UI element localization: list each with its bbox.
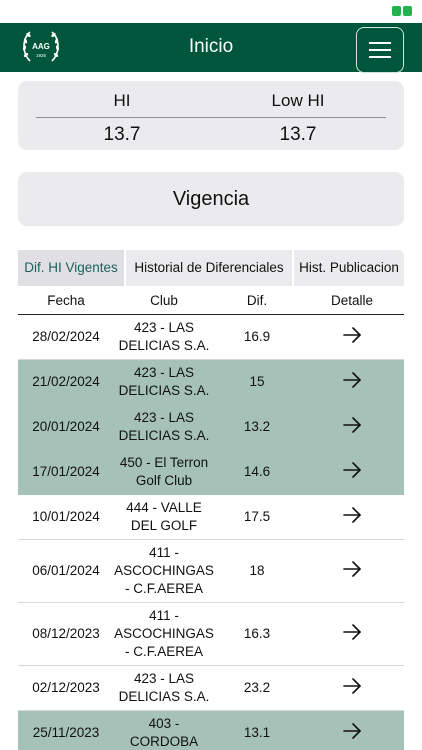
row-detail-button[interactable] [300, 405, 404, 449]
row-date: 25/11/2023 [32, 725, 100, 740]
row-club: 411 - ASCOCHINGAS - C.F.AEREA [114, 608, 214, 659]
tab-historial-diferenciales[interactable]: Historial de Diferenciales [126, 250, 292, 286]
row-club: 411 - ASCOCHINGAS - C.F.AEREA [114, 545, 214, 596]
low-hi-label: Low HI [271, 91, 325, 110]
row-club: 423 - LAS DELICIAS S.A. [118, 365, 210, 398]
arrow-right-icon [342, 461, 362, 483]
low-hi-value: 13.7 [279, 124, 317, 145]
status-bar [0, 0, 422, 23]
battery-icon [392, 6, 412, 16]
table-body: 28/02/2024 423 - LAS DELICIAS S.A. 16.9 21/… [18, 315, 404, 750]
table-row: 28/02/2024 423 - LAS DELICIAS S.A. 16.9 [18, 315, 404, 360]
column-header-fecha: Fecha [47, 293, 85, 308]
row-detail-button[interactable] [300, 711, 404, 750]
arrow-right-icon [342, 560, 362, 582]
tab-dif-hi-vigentes[interactable]: Dif. HI Vigentes [18, 250, 124, 286]
row-dif: 13.2 [243, 419, 271, 434]
row-dif: 23.2 [243, 680, 271, 695]
table-row: 21/02/2024 423 - LAS DELICIAS S.A. 15 [18, 360, 404, 405]
hi-value: 13.7 [103, 124, 141, 145]
arrow-right-icon [342, 506, 362, 528]
hi-label: HI [113, 91, 131, 110]
row-club: 444 - VALLE DEL GOLF [126, 500, 202, 533]
differentials-table: Fecha Club Dif. Detalle 28/02/2024 423 - … [18, 287, 404, 750]
table-header: Fecha Club Dif. Detalle [18, 287, 404, 315]
row-date: 20/01/2024 [32, 419, 100, 434]
table-row: 10/01/2024 444 - VALLE DEL GOLF 17.5 [18, 495, 404, 540]
arrow-right-icon [342, 371, 362, 393]
arrow-right-icon [342, 722, 362, 744]
row-dif: 13.1 [243, 725, 271, 740]
row-date: 02/12/2023 [32, 680, 100, 695]
row-club: 423 - LAS DELICIAS S.A. [118, 671, 210, 704]
arrow-right-icon [342, 623, 362, 645]
row-detail-button[interactable] [300, 666, 404, 710]
row-detail-button[interactable] [300, 495, 404, 539]
row-detail-button[interactable] [300, 360, 404, 404]
arrow-right-icon [342, 326, 362, 348]
app-bar: AAG 1926 Inicio [0, 23, 422, 73]
menu-button[interactable] [356, 27, 404, 73]
row-date: 28/02/2024 [32, 329, 100, 344]
table-row: 06/01/2024 411 - ASCOCHINGAS - C.F.AEREA 1… [18, 540, 404, 603]
row-club: 423 - LAS DELICIAS S.A. [118, 410, 210, 443]
hamburger-icon [369, 42, 391, 44]
tab-bar: Dif. HI Vigentes Historial de Diferencia… [18, 250, 404, 286]
vigencia-label: Vigencia [172, 188, 250, 210]
row-detail-button[interactable] [300, 540, 404, 602]
row-dif: 15 [249, 374, 265, 389]
divider [36, 117, 386, 118]
vigencia-card: Vigencia [18, 172, 404, 226]
row-detail-button[interactable] [300, 450, 404, 494]
row-date: 06/01/2024 [32, 563, 100, 578]
row-dif: 14.6 [243, 464, 271, 479]
tab-hist-publicacion[interactable]: Hist. Publicacion [294, 250, 404, 286]
row-date: 10/01/2024 [32, 509, 100, 524]
arrow-right-icon [342, 677, 362, 699]
row-detail-button[interactable] [300, 603, 404, 665]
table-row: 02/12/2023 423 - LAS DELICIAS S.A. 23.2 [18, 666, 404, 711]
arrow-right-icon [342, 416, 362, 438]
row-date: 08/12/2023 [32, 626, 100, 641]
row-detail-button[interactable] [300, 315, 404, 359]
table-row: 17/01/2024 450 - El Terron Golf Club 14.6 [18, 450, 404, 495]
table-row: 20/01/2024 423 - LAS DELICIAS S.A. 13.2 [18, 405, 404, 450]
row-dif: 16.3 [243, 626, 271, 641]
row-dif: 17.5 [243, 509, 271, 524]
table-row: 08/12/2023 411 - ASCOCHINGAS - C.F.AEREA 1… [18, 603, 404, 666]
row-dif: 16.9 [243, 329, 271, 344]
row-dif: 18 [249, 563, 265, 578]
column-header-club: Club [150, 293, 178, 308]
row-date: 17/01/2024 [32, 464, 100, 479]
handicap-card: HI Low HI 13.7 13.7 [18, 81, 404, 150]
column-header-dif: Dif. [246, 293, 268, 308]
row-club: 423 - LAS DELICIAS S.A. [118, 320, 210, 353]
row-club: 403 - CORDOBA [129, 716, 199, 749]
row-date: 21/02/2024 [32, 374, 100, 389]
table-row: 25/11/2023 403 - CORDOBA 13.1 [18, 711, 404, 750]
row-club: 450 - El Terron Golf Club [119, 455, 209, 488]
column-header-detalle: Detalle [330, 293, 374, 308]
